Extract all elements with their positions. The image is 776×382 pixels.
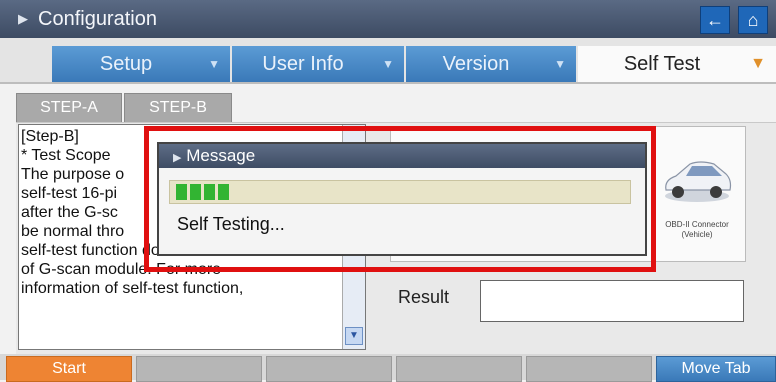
step-a-tab[interactable]: STEP-A (16, 93, 122, 123)
tab-user-info[interactable]: User Info ▼ (232, 46, 404, 82)
description-line: information of self-test function, (21, 280, 244, 297)
start-button[interactable]: Start (6, 356, 132, 382)
tab-bar: Setup ▼ User Info ▼ Version ▼ Self Test … (0, 38, 776, 84)
scroll-down-icon[interactable]: ▼ (345, 327, 363, 345)
dialog-triangle-icon: ▶ (173, 152, 182, 164)
message-dialog: ▶ Message Self Testing... (157, 142, 647, 256)
car-icon (665, 161, 732, 202)
bottom-toolbar: Start Move Tab (0, 354, 776, 382)
dropdown-icon: ▼ (554, 57, 566, 71)
move-tab-button[interactable]: Move Tab (656, 356, 776, 382)
step-b-tab[interactable]: STEP-B (124, 93, 232, 123)
dropdown-icon: ▼ (208, 57, 220, 71)
dialog-message: Self Testing... (177, 214, 285, 234)
toolbar-button-2[interactable] (136, 356, 262, 382)
progress-segment (204, 184, 215, 200)
tab-self-test[interactable]: Self Test ▼ (578, 46, 776, 82)
result-label: Result (398, 287, 450, 307)
title-triangle-icon: ▶ (18, 11, 28, 26)
progress-segment (218, 184, 229, 200)
toolbar-button-4[interactable] (396, 356, 522, 382)
title-bar: ▶ Configuration ← ⌂ (0, 0, 776, 38)
dropdown-icon: ▼ (750, 55, 766, 72)
dialog-header: ▶ Message (159, 144, 645, 168)
tab-setup[interactable]: Setup ▼ (52, 46, 230, 82)
progress-bar (169, 180, 631, 204)
tab-label: Version (442, 53, 510, 75)
dropdown-icon: ▼ (382, 57, 394, 71)
home-icon[interactable]: ⌂ (738, 6, 768, 34)
toolbar-button-3[interactable] (266, 356, 392, 382)
toolbar-button-5[interactable] (526, 356, 652, 382)
back-arrow-icon[interactable]: ← (700, 6, 730, 34)
tab-label: Setup (99, 53, 153, 75)
tab-version[interactable]: Version ▼ (406, 46, 576, 82)
dialog-title: Message (186, 146, 256, 165)
car-label: OBD-II Connector (Vehicle) (665, 220, 729, 239)
window-title: Configuration (38, 8, 157, 30)
tab-label: Self Test (623, 53, 701, 75)
tab-label: User Info (262, 53, 344, 75)
result-field (480, 280, 744, 322)
progress-segment (176, 184, 187, 200)
progress-segment (190, 184, 201, 200)
